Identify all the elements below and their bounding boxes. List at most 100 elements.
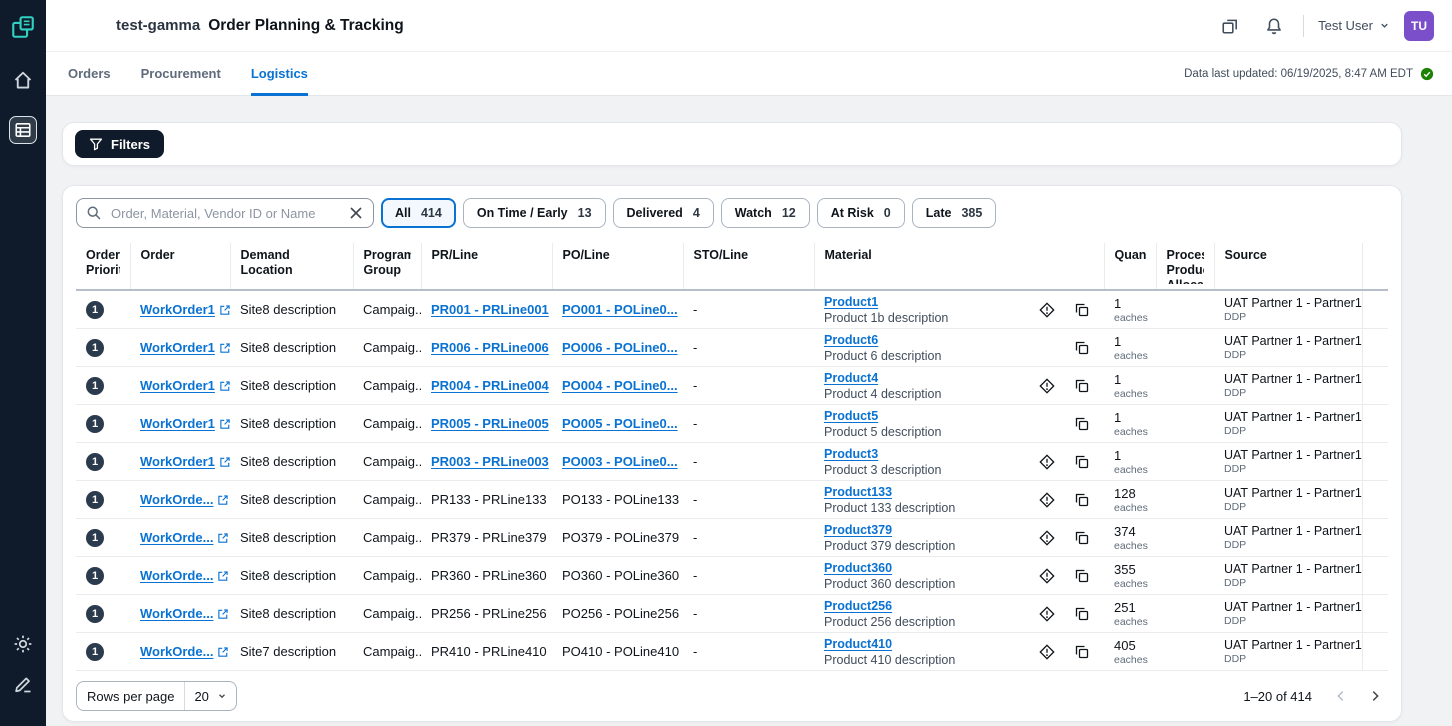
tab-orders[interactable]: Orders (68, 52, 111, 96)
material-description: Product 4 description (824, 387, 941, 401)
user-menu[interactable]: Test User (1318, 18, 1390, 33)
copy-icon[interactable] (1074, 378, 1090, 394)
warning-icon[interactable] (1039, 530, 1055, 546)
filter-chip-at-risk[interactable]: At Risk0 (817, 198, 905, 228)
material-link[interactable]: Product360 (824, 561, 892, 575)
nav-tabs-bar: OrdersProcurementLogistics Data last upd… (46, 52, 1452, 96)
table-row: 1WorkOrder1Site8 descriptionCampaig...PR… (76, 329, 1388, 367)
copy-icon[interactable] (1074, 644, 1090, 660)
settings-gear-icon[interactable] (9, 630, 37, 658)
order-link[interactable]: WorkOrder1 (140, 340, 230, 355)
notifications-bell-icon[interactable] (1259, 11, 1289, 41)
quantity-value: 1 (1114, 296, 1146, 311)
copy-icon[interactable] (1074, 302, 1090, 318)
next-page-icon[interactable] (1362, 683, 1388, 709)
tab-procurement[interactable]: Procurement (141, 52, 221, 96)
warning-icon[interactable] (1039, 568, 1055, 584)
chip-label: Late (926, 206, 952, 220)
quantity-unit: eaches (1114, 540, 1146, 552)
source-incoterm: DDP (1224, 539, 1352, 551)
material-link[interactable]: Product133 (824, 485, 892, 499)
search-input[interactable] (109, 205, 341, 222)
external-link-icon (217, 646, 229, 658)
process-allocation-cell (1156, 557, 1214, 595)
avatar[interactable]: TU (1404, 11, 1434, 41)
pr-line-link[interactable]: PR005 - PRLine005 (431, 416, 552, 431)
copy-icon[interactable] (1074, 530, 1090, 546)
quantity-value: 355 (1114, 562, 1146, 577)
material-link[interactable]: Product1 (824, 295, 878, 309)
warning-icon[interactable] (1039, 492, 1055, 508)
pr-line-link[interactable]: PR004 - PRLine004 (431, 378, 552, 393)
po-line-link[interactable]: PO005 - POLine0... (562, 416, 683, 431)
filter-chip-all[interactable]: All414 (381, 198, 456, 228)
copy-icon[interactable] (1074, 340, 1090, 356)
demand-location-cell: Site8 description (230, 367, 353, 405)
material-description: Product 360 description (824, 577, 955, 591)
quantity-unit: eaches (1114, 654, 1146, 666)
row-spacer (1362, 519, 1388, 557)
stacked-windows-icon[interactable] (1215, 11, 1245, 41)
material-link[interactable]: Product379 (824, 523, 892, 537)
copy-icon[interactable] (1074, 568, 1090, 584)
orders-list-icon[interactable] (9, 116, 37, 144)
home-icon[interactable] (9, 66, 37, 94)
quantity-value: 405 (1114, 638, 1146, 653)
filter-chip-on-time-early[interactable]: On Time / Early13 (463, 198, 606, 228)
warning-icon[interactable] (1039, 302, 1055, 318)
copy-icon[interactable] (1074, 416, 1090, 432)
filter-chip-delivered[interactable]: Delivered4 (613, 198, 714, 228)
external-link-icon (219, 380, 230, 392)
filter-chip-late[interactable]: Late385 (912, 198, 997, 228)
order-link[interactable]: WorkOrde... (140, 568, 229, 583)
external-link-icon (682, 418, 683, 430)
material-link[interactable]: Product410 (824, 637, 892, 651)
rows-per-page-select[interactable]: 20 (184, 682, 235, 710)
material-link[interactable]: Product256 (824, 599, 892, 613)
filter-chip-watch[interactable]: Watch12 (721, 198, 810, 228)
search-box (76, 198, 374, 228)
po-line-link[interactable]: PO004 - POLine0... (562, 378, 683, 393)
material-link[interactable]: Product6 (824, 333, 878, 347)
previous-page-icon[interactable] (1328, 683, 1354, 709)
order-link[interactable]: WorkOrder1 (140, 378, 230, 393)
edit-pencil-icon[interactable] (9, 670, 37, 698)
order-link[interactable]: WorkOrde... (140, 530, 229, 545)
order-link[interactable]: WorkOrder1 (140, 302, 230, 317)
po-line-link[interactable]: PO001 - POLine0... (562, 302, 683, 317)
process-allocation-cell (1156, 481, 1214, 519)
order-link[interactable]: WorkOrde... (140, 492, 229, 507)
row-spacer (1362, 405, 1388, 443)
page-title: Order Planning & Tracking (208, 17, 404, 35)
copy-icon[interactable] (1074, 606, 1090, 622)
order-link[interactable]: WorkOrde... (140, 644, 229, 659)
table-row: 1WorkOrde...Site8 descriptionCampaig...P… (76, 595, 1388, 633)
external-link-icon (217, 608, 229, 620)
material-link[interactable]: Product4 (824, 371, 878, 385)
rows-per-page-control[interactable]: Rows per page 20 (76, 681, 237, 711)
material-description: Product 256 description (824, 615, 955, 629)
order-link[interactable]: WorkOrde... (140, 606, 229, 621)
material-link[interactable]: Product5 (824, 409, 878, 423)
rows-per-page-value: 20 (194, 689, 208, 704)
program-group-cell: Campaig... (353, 519, 421, 557)
material-link[interactable]: Product3 (824, 447, 878, 461)
warning-icon[interactable] (1039, 644, 1055, 660)
pr-line-link[interactable]: PR006 - PRLine006 (431, 340, 552, 355)
po-line-link[interactable]: PO003 - POLine0... (562, 454, 683, 469)
pr-line-link[interactable]: PR001 - PRLine001 (431, 302, 552, 317)
filters-button[interactable]: Filters (75, 130, 164, 158)
order-link[interactable]: WorkOrder1 (140, 416, 230, 431)
order-link[interactable]: WorkOrder1 (140, 454, 230, 469)
copy-icon[interactable] (1074, 454, 1090, 470)
column-header: Quantity/ (1104, 243, 1156, 290)
clear-search-icon[interactable] (348, 205, 364, 221)
tab-logistics[interactable]: Logistics (251, 52, 308, 96)
warning-icon[interactable] (1039, 378, 1055, 394)
copy-icon[interactable] (1074, 492, 1090, 508)
po-line-link[interactable]: PO006 - POLine0... (562, 340, 683, 355)
pr-line-link[interactable]: PR003 - PRLine003 (431, 454, 552, 469)
program-group-cell: Campaig... (353, 481, 421, 519)
warning-icon[interactable] (1039, 454, 1055, 470)
warning-icon[interactable] (1039, 606, 1055, 622)
